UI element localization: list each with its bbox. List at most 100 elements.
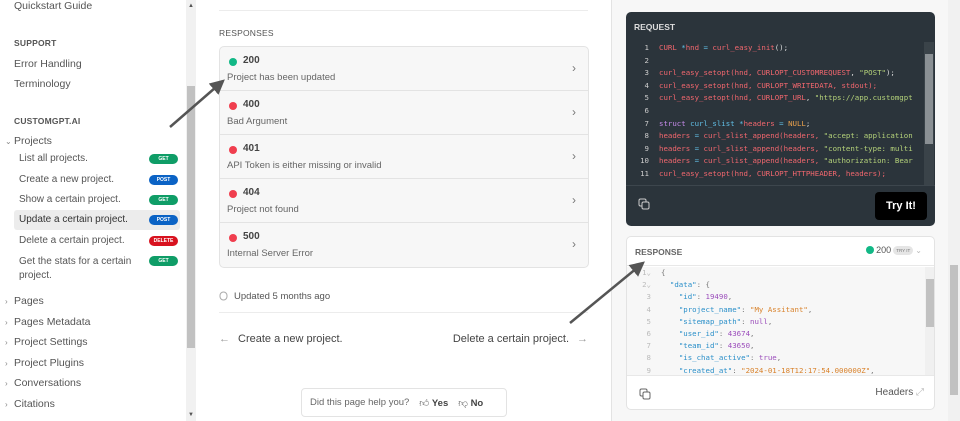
line-number: 2⌄: [642, 280, 651, 290]
sidebar-item-label: Show a certain project.: [19, 194, 121, 205]
response-row[interactable]: 500 Internal Server Error ›: [220, 223, 588, 267]
response-code[interactable]: 1⌄{2⌄ "data": {3 "id": 19490, 4 "project_…: [627, 267, 925, 375]
no-button[interactable]: 👎︎ No: [458, 397, 483, 409]
code-line: 2: [626, 55, 924, 68]
updated-text: Updated 5 months ago: [234, 290, 331, 302]
code-token: 43674: [727, 329, 751, 339]
sidebar-item[interactable]: Show a certain project. GET: [14, 190, 180, 210]
code-token: curl_slist_append: [703, 156, 780, 166]
status-description: API Token is either missing or invalid: [227, 160, 382, 171]
response-row[interactable]: 200 Project has been updated ›: [220, 47, 588, 91]
sidebar-scrollbar-thumb[interactable]: [187, 86, 195, 348]
status-dot: [229, 102, 237, 110]
sidebar-link-terminology[interactable]: Terminology: [14, 78, 71, 90]
chevron-right-icon: ›: [572, 193, 576, 207]
response-row[interactable]: 404 Project not found ›: [220, 179, 588, 223]
code-token: (hnd,: [730, 80, 757, 90]
sidebar-group[interactable]: › Project Settings: [5, 336, 88, 348]
status-code: 200: [243, 55, 260, 66]
page-scrollbar[interactable]: [948, 0, 960, 421]
sidebar-group[interactable]: › Citations: [5, 398, 55, 410]
sidebar-item-label: Update a certain project.: [19, 214, 128, 225]
line-number: 4: [644, 80, 649, 90]
sidebar-link-quickstart[interactable]: Quickstart Guide: [14, 0, 92, 12]
code-line: 7 struct curl_slist *headers = NULL;: [626, 118, 924, 131]
status-code: 400: [243, 99, 260, 110]
code-token: "accept: application: [823, 131, 913, 141]
next-label: Delete a certain project.: [452, 333, 569, 345]
scroll-down-icon[interactable]: ▼: [186, 412, 196, 418]
code-line: 7 "team_id": 43650,: [627, 340, 925, 352]
line-number: 5: [646, 316, 651, 326]
code-token: :: [741, 316, 751, 326]
request-code[interactable]: 1 CURL *hnd = curl_easy_init(); 2 3 curl_eas…: [626, 42, 924, 185]
code-token: =: [694, 131, 704, 141]
method-badge: GET: [149, 154, 178, 164]
sidebar-group[interactable]: › Pages Metadata: [5, 316, 90, 328]
code-token: "2024-01-18T12:17:54.000000Z": [741, 365, 871, 375]
code-line: 6 "user_id": 43674,: [627, 328, 925, 340]
next-page-link[interactable]: Delete a certain project. →: [453, 333, 588, 345]
request-scrollbar[interactable]: [924, 42, 934, 185]
sidebar-group[interactable]: › Conversations: [5, 377, 81, 389]
response-scrollbar[interactable]: [925, 267, 934, 375]
chevron-right-icon: ›: [572, 149, 576, 163]
yes-button[interactable]: 👍︎ Yes: [419, 397, 448, 409]
thumbs-up-icon: 👍︎: [419, 397, 430, 409]
sidebar-item[interactable]: List all projects. GET: [14, 149, 180, 169]
code-token: {: [661, 268, 666, 277]
code-token: curl_easy_setopt: [659, 68, 731, 78]
sidebar-item[interactable]: Create a new project. POST: [14, 170, 180, 190]
code-line: 4 curl_easy_setopt(hnd, CURLOPT_WRITEDATA…: [626, 80, 924, 93]
group-label: Projects: [14, 135, 52, 147]
customgpt-heading: CUSTOMGPT.AI: [14, 116, 81, 126]
code-token: ,: [870, 365, 875, 375]
sidebar-item[interactable]: Delete a certain project. DELETE: [14, 231, 180, 251]
group-label: Citations: [14, 397, 55, 410]
sidebar-item[interactable]: Update a certain project. POST: [14, 210, 180, 230]
code-line: 1 CURL *hnd = curl_easy_init();: [626, 42, 924, 55]
code-token: "https://app.customgpt: [814, 93, 913, 103]
line-number: 1⌄: [642, 268, 651, 277]
code-token: "project_name": [678, 304, 742, 314]
chevron-down-icon: ⌄: [915, 245, 922, 255]
status-code: 401: [243, 143, 260, 154]
chevron-right-icon: ›: [572, 105, 576, 119]
code-token: "content-type: multi: [823, 143, 913, 153]
sidebar-item-label: Create a new project.: [19, 174, 115, 185]
response-row[interactable]: 401 API Token is either missing or invali…: [220, 135, 588, 179]
headers-button[interactable]: Headers ⤢: [875, 387, 924, 398]
group-label: Conversations: [14, 377, 82, 389]
sidebar-group[interactable]: › Project Plugins: [5, 357, 84, 369]
response-status-select[interactable]: 200 TRY IT ⌄: [866, 245, 922, 255]
try-it-button[interactable]: Try It!: [875, 192, 927, 220]
support-heading: SUPPORT: [14, 38, 57, 48]
sidebar-item[interactable]: Get the stats for a certain project. GET: [14, 251, 180, 285]
code-line: 11 curl_easy_setopt(hnd, CURLOPT_HTTPHEAD…: [626, 168, 924, 181]
code-token: struct: [659, 118, 691, 128]
copy-icon[interactable]: [638, 198, 650, 210]
sidebar-group[interactable]: › Pages: [5, 295, 44, 307]
page-scrollbar-thumb[interactable]: [950, 265, 958, 395]
code-token: );: [885, 68, 895, 78]
code-token: (headers,: [779, 156, 824, 166]
sidebar-link-error-handling[interactable]: Error Handling: [14, 58, 82, 70]
line-number: 6: [644, 105, 649, 115]
code-token: (headers,: [779, 143, 824, 153]
code-token: CURLOPT_HTTPHEADER: [756, 168, 837, 178]
code-token: "user_id": [678, 329, 719, 339]
status-dot: [229, 146, 237, 154]
request-panel: REQUEST 1 CURL *hnd = curl_easy_init(); 2 3…: [626, 12, 935, 226]
response-row[interactable]: 400 Bad Argument ›: [220, 91, 588, 135]
code-token: =: [694, 143, 704, 153]
code-line: 9 "created_at": "2024-01-18T12:17:54.000…: [627, 365, 925, 375]
copy-icon[interactable]: [639, 388, 651, 400]
sidebar-group-projects[interactable]: ⌄ Projects: [5, 135, 52, 147]
status-dot: [866, 246, 875, 254]
prev-page-link[interactable]: ← Create a new project.: [219, 333, 343, 345]
scroll-up-icon[interactable]: ▲: [186, 3, 196, 9]
code-token: :: [741, 304, 751, 314]
code-line: 2⌄ "data": {: [627, 279, 925, 291]
